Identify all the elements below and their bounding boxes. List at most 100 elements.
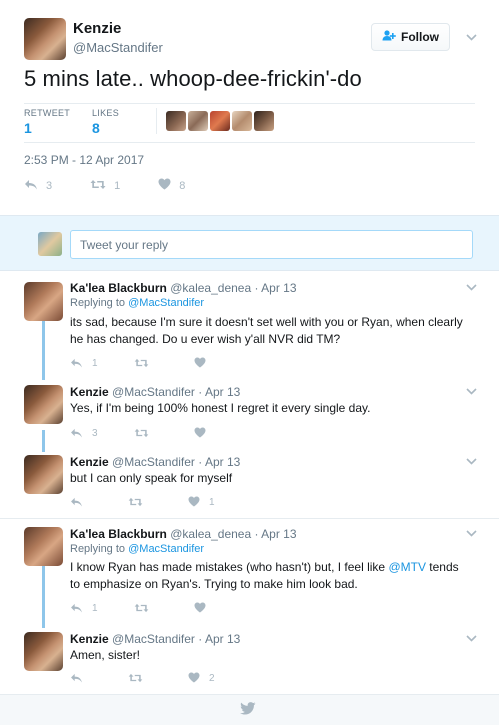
retweet-icon [134,601,149,616]
author-name[interactable]: Kenzie [73,20,121,37]
reply-actions: 1 [70,495,251,510]
reply-input[interactable]: Tweet your reply [70,230,473,259]
reply-author-avatar[interactable] [24,527,63,566]
main-tweet: Kenzie @MacStandifer Follow 5 mins late.… [0,0,499,215]
retweet-button[interactable] [134,601,158,616]
retweet-button[interactable] [134,426,158,441]
heart-icon [158,178,171,193]
reply-button[interactable]: 3 [24,178,52,193]
like-button[interactable] [194,426,215,441]
reply-author-handle[interactable]: @MacStandifer [112,632,195,646]
more-options-caret-icon[interactable] [466,386,477,398]
retweet-stat[interactable]: RETWEET 1 [24,108,70,136]
separator-dot: · [254,281,259,295]
current-user-avatar [38,232,62,256]
author-handle[interactable]: @MacStandifer [73,40,163,55]
like-button[interactable] [194,356,215,371]
reply-actions: 2 [70,671,251,686]
retweet-button[interactable] [128,671,152,686]
reply-author-handle[interactable]: @kalea_denea [170,527,251,541]
liker-avatar[interactable] [254,111,274,131]
reply-tweet[interactable]: Kenzie @MacStandifer · Apr 13 Yes, if I'… [0,380,499,450]
liker-avatar[interactable] [166,111,186,131]
replying-to-link[interactable]: @MacStandifer [128,543,204,555]
follow-button[interactable]: Follow [371,23,450,51]
like-button[interactable]: 8 [158,178,185,193]
more-options-caret-icon[interactable] [466,32,477,44]
like-button[interactable]: 1 [188,495,215,510]
reply-author-name[interactable]: Kenzie [70,455,109,469]
retweet-icon [134,426,149,441]
more-options-caret-icon[interactable] [466,282,477,294]
retweet-icon [134,356,149,371]
reply-author-name[interactable]: Ka'lea Blackburn [70,527,167,541]
like-button[interactable] [194,601,215,616]
reply-button[interactable] [70,495,92,510]
reply-author-name[interactable]: Kenzie [70,632,109,646]
replying-to-link[interactable]: @MacStandifer [128,297,204,309]
reply-button[interactable]: 3 [70,426,98,441]
retweet-button[interactable] [134,356,158,371]
stats-divider [24,103,475,104]
reply-date[interactable]: Apr 13 [261,527,296,541]
retweet-count: 1 [114,179,121,192]
more-options-caret-icon[interactable] [466,528,477,540]
liker-avatar[interactable] [210,111,230,131]
mention-link[interactable]: @MTV [388,560,426,574]
tweet-timestamp[interactable]: 2:53 PM - 12 Apr 2017 [24,153,144,167]
reply-tweet[interactable]: Kenzie @MacStandifer · Apr 13 Amen, sist… [0,627,499,694]
reply-author-avatar[interactable] [24,282,63,321]
reply-actions: 1 [70,356,251,371]
reply-icon [70,671,83,686]
reply-date[interactable]: Apr 13 [205,385,240,399]
likes-stat[interactable]: LIKES 8 [92,108,119,136]
retweet-icon [128,671,143,686]
retweet-button[interactable] [128,495,152,510]
reply-header: Ka'lea Blackburn @kalea_denea · Apr 13 [70,281,297,295]
reply-tweet[interactable]: Ka'lea Blackburn @kalea_denea · Apr 13 R… [0,272,499,380]
reply-tweet[interactable]: Ka'lea Blackburn @kalea_denea · Apr 13 R… [0,519,499,627]
reply-date[interactable]: Apr 13 [205,632,240,646]
tweet-text: 5 mins late.. whoop-dee-frickin'-do [24,66,362,91]
twitter-bird-icon [240,702,256,719]
separator-dot: · [254,527,259,541]
reply-tweet[interactable]: Kenzie @MacStandifer · Apr 13 but I can … [0,450,499,518]
likes-stat-label: LIKES [92,108,120,118]
reply-text: but I can only speak for myself [70,471,233,485]
reply-actions: 1 [70,601,251,616]
reply-author-handle[interactable]: @kalea_denea [170,281,251,295]
reply-author-handle[interactable]: @MacStandifer [112,385,195,399]
reply-author-avatar[interactable] [24,385,63,424]
heart-icon [188,671,200,686]
more-options-caret-icon[interactable] [466,456,477,468]
like-button[interactable]: 2 [188,671,215,686]
reply-author-handle[interactable]: @MacStandifer [112,455,195,469]
reply-icon [70,356,83,371]
reply-button[interactable]: 1 [70,356,98,371]
reply-author-name[interactable]: Ka'lea Blackburn [70,281,167,295]
more-options-caret-icon[interactable] [466,633,477,645]
stats-separator [156,108,157,134]
reply-date[interactable]: Apr 13 [205,455,240,469]
reply-icon [24,178,38,193]
follow-user-icon [382,30,396,44]
stats-divider [24,142,475,143]
retweet-button[interactable]: 1 [90,178,120,193]
liker-avatar[interactable] [232,111,252,131]
reply-compose-area: Tweet your reply [0,215,499,271]
liker-avatar[interactable] [188,111,208,131]
heart-icon [188,495,200,510]
reply-author-avatar[interactable] [24,632,63,671]
reply-author-name[interactable]: Kenzie [70,385,109,399]
author-avatar[interactable] [24,18,66,60]
like-count: 8 [179,179,186,192]
reply-date[interactable]: Apr 13 [261,281,296,295]
like-count: 1 [209,497,215,508]
reply-button[interactable] [70,671,92,686]
reply-count: 3 [46,179,53,192]
retweet-stat-label: RETWEET [24,108,71,118]
reply-button[interactable]: 1 [70,601,98,616]
separator-dot: · [198,385,203,399]
reply-header: Ka'lea Blackburn @kalea_denea · Apr 13 [70,527,297,541]
reply-author-avatar[interactable] [24,455,63,494]
